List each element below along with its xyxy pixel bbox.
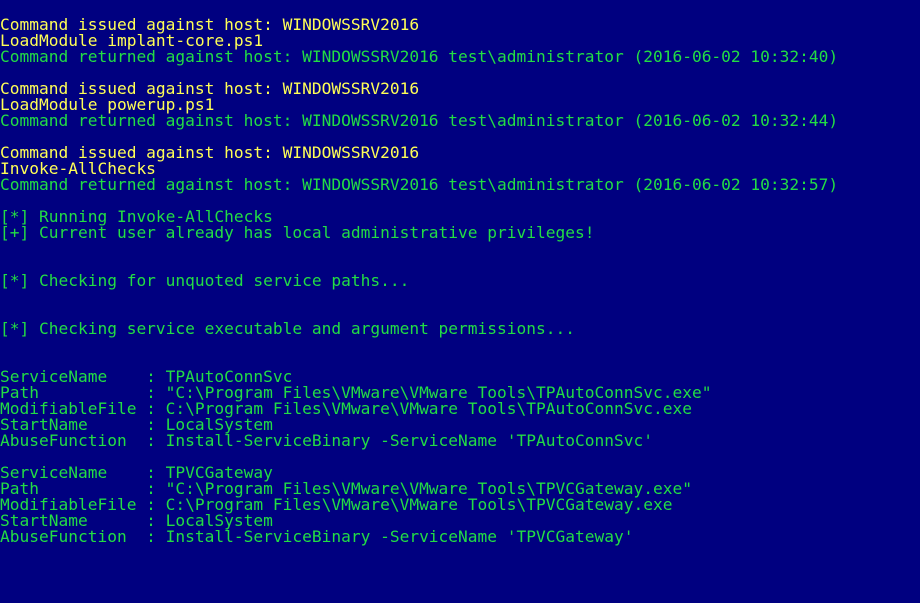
command-returned-line: Command returned against host: WINDOWSSR… xyxy=(0,47,839,66)
command-returned-line: Command returned against host: WINDOWSSR… xyxy=(0,111,839,130)
output-line: [*] Checking service executable and argu… xyxy=(0,319,575,338)
terminal-output[interactable]: Command issued against host: WINDOWSSRV2… xyxy=(0,0,920,603)
service-field-line: AbuseFunction : Install-ServiceBinary -S… xyxy=(0,527,634,546)
service-field-line: AbuseFunction : Install-ServiceBinary -S… xyxy=(0,431,653,450)
output-line: [+] Current user already has local admin… xyxy=(0,223,595,242)
output-line: [*] Checking for unquoted service paths.… xyxy=(0,271,410,290)
command-returned-line: Command returned against host: WINDOWSSR… xyxy=(0,175,839,194)
